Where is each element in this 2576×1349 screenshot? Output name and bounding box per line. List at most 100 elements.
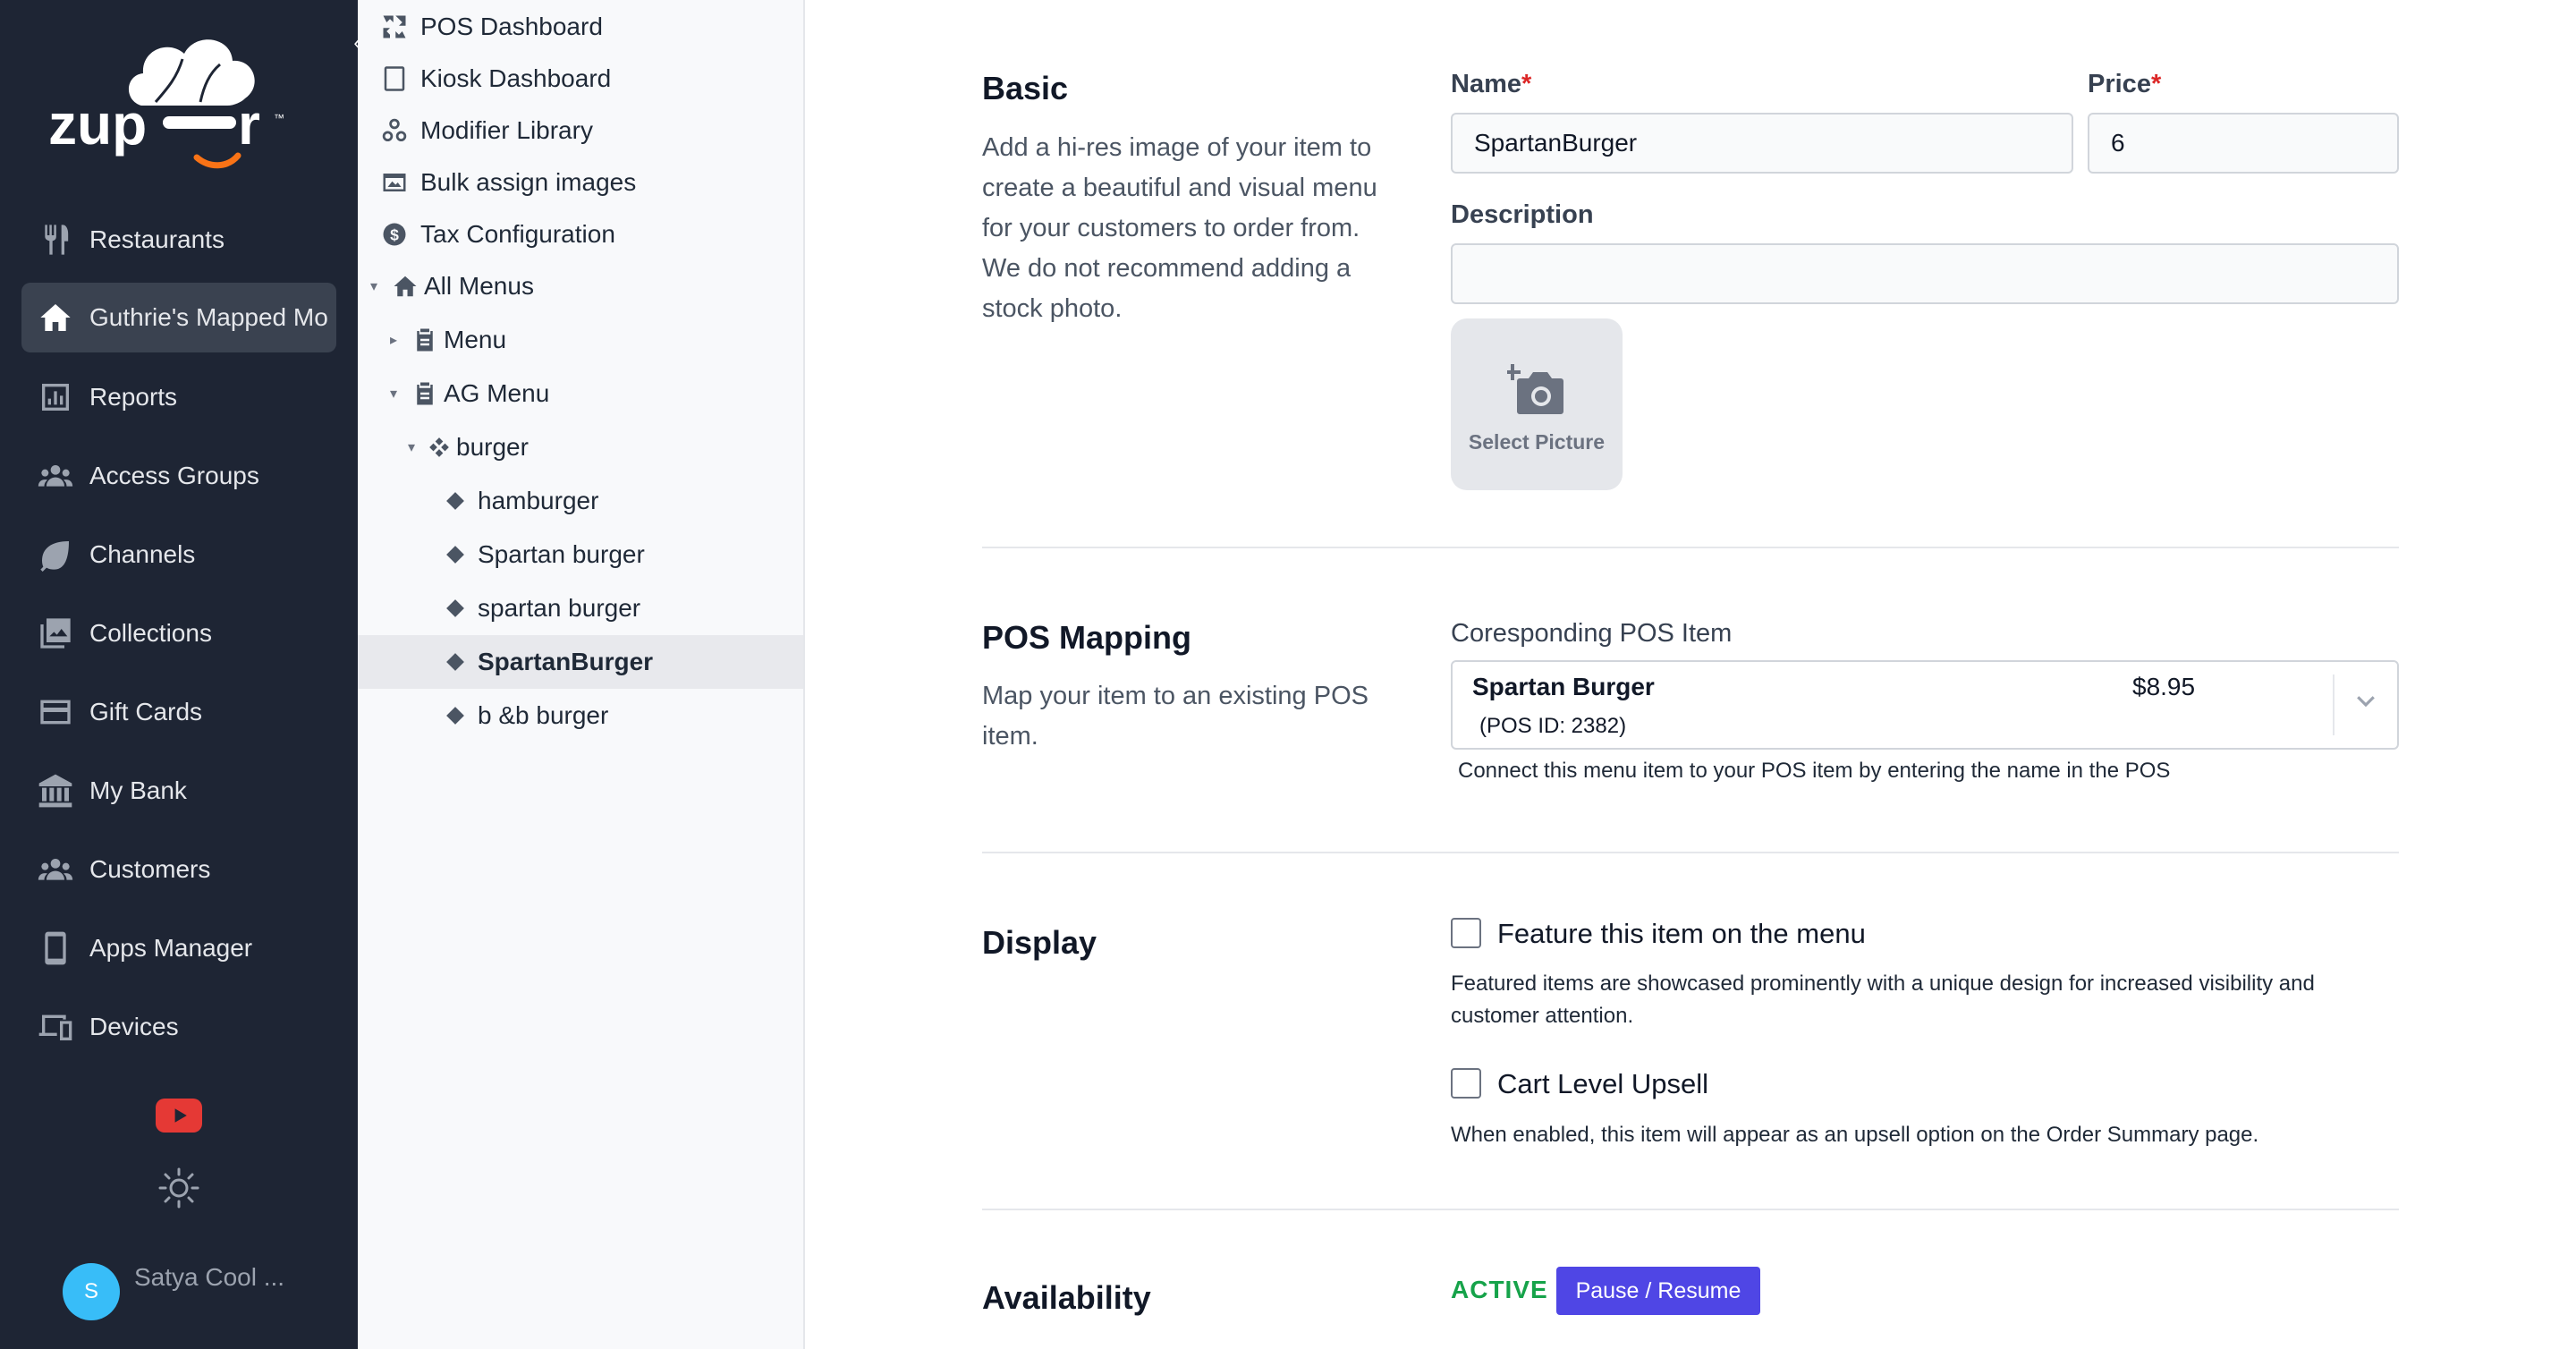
- credit-card-icon: [36, 692, 75, 732]
- nav-label: Collections: [89, 619, 212, 647]
- tree-item-b-and-b-burger[interactable]: b &b burger: [358, 689, 803, 742]
- price-label: Price*: [2088, 70, 2162, 98]
- chevron-down-icon[interactable]: [2352, 687, 2379, 714]
- divider: [982, 852, 2399, 853]
- feature-item-hint: Featured items are showcased prominently…: [1451, 971, 2315, 1028]
- svg-text:™: ™: [274, 112, 284, 124]
- pos-item-name: Spartan Burger: [1472, 673, 1655, 700]
- category-icon: [428, 432, 451, 462]
- cart-upsell-label[interactable]: Cart Level Upsell: [1497, 1068, 1708, 1100]
- user-avatar[interactable]: S: [63, 1263, 120, 1320]
- tablet-icon: [379, 64, 410, 94]
- nav-label: Devices: [89, 1013, 179, 1040]
- description-label: Description: [1451, 200, 1594, 229]
- item-diamond-icon: [446, 546, 464, 564]
- nav-item-apps-manager[interactable]: Apps Manager: [21, 913, 336, 983]
- bank-icon: [36, 771, 75, 810]
- status-badge: ACTIVE: [1451, 1276, 1548, 1303]
- users-icon: [36, 850, 75, 889]
- caret-down-icon[interactable]: ▾: [408, 438, 424, 456]
- nav-item-access-groups[interactable]: Access Groups: [21, 441, 336, 511]
- caret-down-icon[interactable]: ▾: [370, 277, 386, 295]
- leaf-icon: [36, 535, 75, 574]
- item-diamond-icon: [446, 492, 464, 510]
- tree-item-spartan-burger[interactable]: Spartan burger: [358, 528, 803, 581]
- name-input[interactable]: SpartanBurger: [1451, 113, 2073, 174]
- nav-label: Apps Manager: [89, 934, 253, 962]
- nav-item-restaurant-current[interactable]: Guthrie's Mapped Mo: [21, 283, 336, 352]
- section-desc-basic: Add a hi-res image of your item to creat…: [982, 133, 1377, 323]
- home-icon: [36, 298, 75, 337]
- devices-icon: [36, 1007, 75, 1047]
- home-icon: [390, 271, 420, 301]
- feature-item-label[interactable]: Feature this item on the menu: [1497, 918, 1866, 950]
- tree-item-all-menus[interactable]: ▾ All Menus: [358, 259, 803, 313]
- feature-item-checkbox[interactable]: [1451, 918, 1481, 948]
- cart-upsell-hint: When enabled, this item will appear as a…: [1451, 1123, 2259, 1147]
- pos-item-hint: Connect this menu item to your POS item …: [1458, 759, 2171, 783]
- pause-resume-button[interactable]: Pause / Resume: [1556, 1267, 1760, 1315]
- users-icon: [36, 456, 75, 496]
- add-photo-icon: [1507, 363, 1563, 414]
- modifier-icon: [379, 115, 410, 146]
- nav-item-gift-cards[interactable]: Gift Cards: [21, 677, 336, 747]
- section-title-display: Display: [982, 924, 1097, 961]
- item-diamond-icon: [446, 599, 464, 617]
- tree-item-spartanburger-selected[interactable]: SpartanBurger: [358, 635, 803, 689]
- nav-item-reports[interactable]: Reports: [21, 362, 336, 432]
- caret-right-icon[interactable]: ▸: [390, 331, 406, 349]
- nav-label: My Bank: [89, 776, 187, 804]
- select-separator: [2333, 674, 2334, 735]
- cart-upsell-checkbox[interactable]: [1451, 1068, 1481, 1099]
- caret-down-icon[interactable]: ▾: [390, 385, 406, 403]
- tree-item-spartan-burger-lower[interactable]: spartan burger: [358, 581, 803, 635]
- nav-item-channels[interactable]: Channels: [21, 520, 336, 590]
- pos-item-price: $8.95: [2132, 673, 2196, 700]
- item-editor: Basic Add a hi-res image of your item to…: [805, 0, 2576, 1349]
- clipboard-icon: [410, 378, 440, 409]
- tree-item-modifier-library[interactable]: Modifier Library: [358, 104, 803, 157]
- dashboard-icon: [379, 12, 410, 42]
- select-picture-button[interactable]: Select Picture: [1451, 318, 1623, 490]
- divider: [982, 547, 2399, 548]
- svg-text:zup: zup: [48, 92, 147, 157]
- pos-item-select[interactable]: Spartan Burger $8.95 (POS ID: 2382): [1451, 660, 2399, 750]
- svg-text:$: $: [390, 225, 399, 243]
- nav-label: Customers: [89, 855, 211, 883]
- nav-label: Access Groups: [89, 462, 259, 489]
- zuppler-logo[interactable]: zup r ™: [43, 23, 320, 184]
- tree-item-menu[interactable]: ▸ Menu: [358, 313, 803, 367]
- tree-item-bulk-assign-images[interactable]: Bulk assign images: [358, 156, 803, 209]
- nav-item-customers[interactable]: Customers: [21, 835, 336, 904]
- menu-tree-panel: POS Dashboard Kiosk Dashboard Modifier L…: [358, 0, 805, 1349]
- tree-item-kiosk-dashboard[interactable]: Kiosk Dashboard: [358, 52, 803, 106]
- svg-text:r: r: [238, 92, 260, 157]
- tree-item-pos-dashboard[interactable]: POS Dashboard: [358, 0, 803, 54]
- tree-item-tax-configuration[interactable]: $ Tax Configuration: [358, 208, 803, 261]
- nav-label: Restaurants: [89, 225, 225, 253]
- mobile-icon: [36, 929, 75, 968]
- user-name[interactable]: Satya Cool ...: [134, 1263, 284, 1292]
- nav-label: Reports: [89, 383, 178, 411]
- dollar-circle-icon: $: [379, 219, 410, 250]
- nav-item-restaurants[interactable]: Restaurants: [21, 205, 336, 275]
- nav-item-collections[interactable]: Collections: [21, 598, 336, 668]
- fork-knife-icon: [36, 220, 75, 259]
- tree-item-ag-menu[interactable]: ▾ AG Menu: [358, 367, 803, 420]
- description-input[interactable]: [1451, 243, 2399, 304]
- section-title-availability: Availability: [982, 1279, 1151, 1316]
- nav-label: Gift Cards: [89, 698, 203, 725]
- nav-item-devices[interactable]: Devices: [21, 992, 336, 1062]
- tree-item-hamburger[interactable]: hamburger: [358, 474, 803, 528]
- tree-item-burger[interactable]: ▾ burger: [358, 420, 803, 474]
- bar-chart-icon: [36, 378, 75, 417]
- section-title-pos-mapping: POS Mapping: [982, 619, 1191, 656]
- theme-toggle-sun-icon[interactable]: [157, 1167, 200, 1209]
- price-input[interactable]: 6: [2088, 113, 2399, 174]
- youtube-icon[interactable]: [156, 1099, 202, 1133]
- pos-item-label: Coresponding POS Item: [1451, 619, 1733, 648]
- nav-item-my-bank[interactable]: My Bank: [21, 756, 336, 826]
- image-icon: [379, 167, 410, 198]
- item-diamond-icon: [446, 653, 464, 671]
- nav-label: Channels: [89, 540, 196, 568]
